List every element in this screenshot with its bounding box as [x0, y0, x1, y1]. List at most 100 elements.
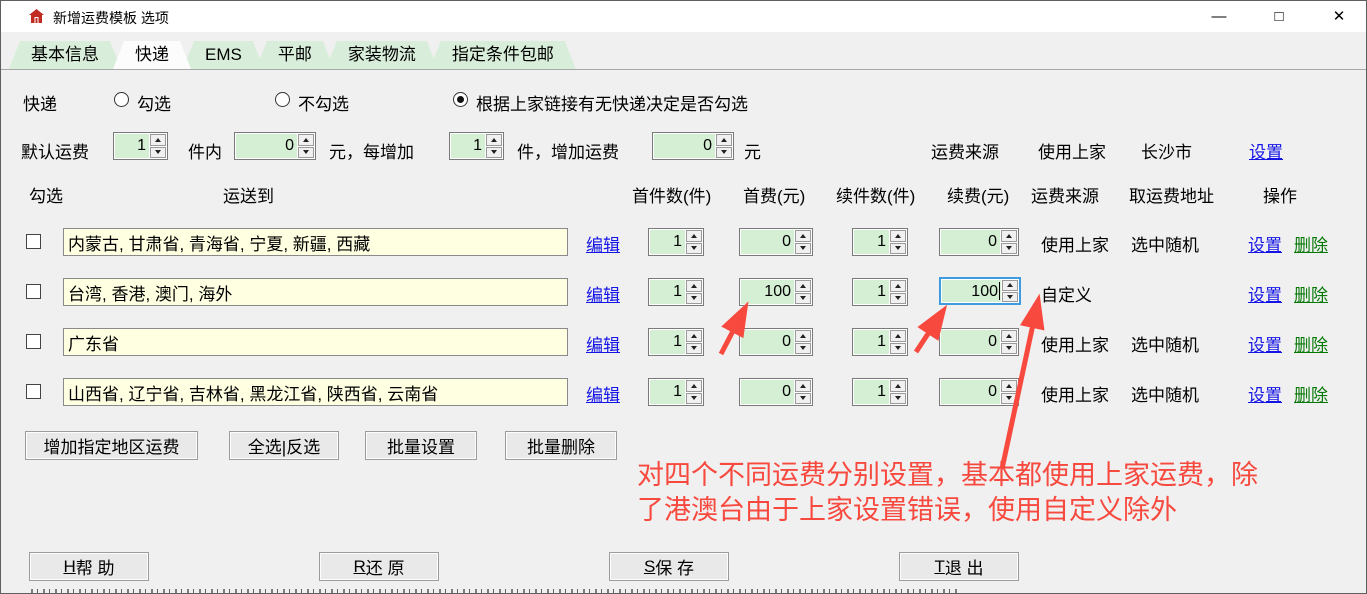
radio-uncheck[interactable] — [275, 92, 290, 107]
next-count-spinner[interactable]: 1 — [852, 378, 908, 406]
spin-up-icon[interactable] — [686, 330, 702, 342]
row-checkbox[interactable] — [26, 284, 41, 299]
spin-down-icon[interactable] — [795, 243, 811, 255]
radio-uncheck-label[interactable]: 不勾选 — [298, 90, 349, 115]
maximize-button[interactable]: □ — [1257, 1, 1301, 32]
spin-up-icon[interactable] — [795, 280, 811, 292]
spin-up-icon[interactable] — [795, 380, 811, 392]
tab-express[interactable]: 快递 — [113, 41, 191, 69]
tab-conditional-free[interactable]: 指定条件包邮 — [430, 41, 576, 69]
row-delete-link[interactable]: 删除 — [1294, 231, 1328, 256]
batch-delete-button[interactable]: 批量删除 — [505, 431, 617, 460]
spin-down-icon[interactable] — [795, 293, 811, 305]
spin-down-icon[interactable] — [298, 147, 314, 159]
exit-button[interactable]: T退 出 — [899, 552, 1019, 581]
row-checkbox[interactable] — [26, 234, 41, 249]
edit-link[interactable]: 编辑 — [586, 331, 620, 356]
spin-up-icon[interactable] — [1001, 230, 1017, 242]
region-input[interactable] — [63, 228, 568, 256]
edit-link[interactable]: 编辑 — [586, 381, 620, 406]
next-fee-spinner[interactable]: 0 — [939, 228, 1019, 256]
default-add-count-spinner[interactable]: 1 — [449, 132, 504, 160]
help-button[interactable]: H帮 助 — [29, 552, 149, 581]
first-count-spinner[interactable]: 1 — [648, 378, 704, 406]
edit-link[interactable]: 编辑 — [586, 281, 620, 306]
spin-down-icon[interactable] — [1001, 343, 1017, 355]
first-count-spinner[interactable]: 1 — [648, 328, 704, 356]
radio-check-label[interactable]: 勾选 — [137, 90, 171, 115]
spin-up-icon[interactable] — [298, 134, 314, 146]
first-fee-spinner[interactable]: 100 — [739, 278, 813, 306]
spin-down-icon[interactable] — [890, 343, 906, 355]
region-input[interactable] — [63, 278, 568, 306]
first-fee-spinner[interactable]: 0 — [739, 328, 813, 356]
row-settings-link[interactable]: 设置 — [1248, 281, 1282, 306]
spin-down-icon[interactable] — [1001, 393, 1017, 405]
spin-down-icon[interactable] — [795, 343, 811, 355]
spin-down-icon[interactable] — [686, 293, 702, 305]
row-delete-link[interactable]: 删除 — [1294, 381, 1328, 406]
spin-down-icon[interactable] — [890, 243, 906, 255]
spin-down-icon[interactable] — [686, 243, 702, 255]
batch-set-button[interactable]: 批量设置 — [365, 431, 477, 460]
default-settings-link[interactable]: 设置 — [1249, 138, 1283, 163]
spin-down-icon[interactable] — [716, 147, 732, 159]
spin-up-icon[interactable] — [686, 230, 702, 242]
row-settings-link[interactable]: 设置 — [1248, 331, 1282, 356]
spin-up-icon[interactable] — [890, 280, 906, 292]
radio-by-upstream-label[interactable]: 根据上家链接有无快递决定是否勾选 — [476, 90, 748, 115]
spin-down-icon[interactable] — [890, 293, 906, 305]
row-checkbox[interactable] — [26, 334, 41, 349]
first-count-spinner[interactable]: 1 — [648, 278, 704, 306]
spin-down-icon[interactable] — [1002, 292, 1018, 303]
region-input[interactable] — [63, 328, 568, 356]
default-add-fee-spinner[interactable]: 0 — [652, 132, 734, 160]
spin-up-icon[interactable] — [1001, 330, 1017, 342]
first-count-spinner[interactable]: 1 — [648, 228, 704, 256]
spin-up-icon[interactable] — [686, 280, 702, 292]
radio-check[interactable] — [114, 92, 129, 107]
next-fee-spinner[interactable]: 0 — [939, 328, 1019, 356]
next-count-spinner[interactable]: 1 — [852, 328, 908, 356]
spin-up-icon[interactable] — [686, 380, 702, 392]
tab-home-logistics[interactable]: 家装物流 — [326, 41, 438, 69]
spin-down-icon[interactable] — [486, 147, 502, 159]
spin-up-icon[interactable] — [1002, 280, 1018, 291]
spin-up-icon[interactable] — [890, 230, 906, 242]
row-delete-link[interactable]: 删除 — [1294, 281, 1328, 306]
save-button[interactable]: S保 存 — [609, 552, 729, 581]
spin-up-icon[interactable] — [890, 330, 906, 342]
spin-up-icon[interactable] — [486, 134, 502, 146]
minimize-button[interactable]: — — [1197, 1, 1241, 32]
next-count-spinner[interactable]: 1 — [852, 228, 908, 256]
first-fee-spinner[interactable]: 0 — [739, 378, 813, 406]
close-button[interactable]: ✕ — [1317, 1, 1361, 32]
spin-down-icon[interactable] — [890, 393, 906, 405]
add-region-fee-button[interactable]: 增加指定地区运费 — [25, 431, 198, 460]
default-first-count-spinner[interactable]: 1 — [113, 132, 168, 160]
select-invert-button[interactable]: 全选|反选 — [229, 431, 339, 460]
spin-down-icon[interactable] — [150, 147, 166, 159]
region-input[interactable] — [63, 378, 568, 406]
restore-button[interactable]: R还 原 — [319, 552, 439, 581]
spin-up-icon[interactable] — [716, 134, 732, 146]
spin-up-icon[interactable] — [1001, 380, 1017, 392]
row-delete-link[interactable]: 删除 — [1294, 331, 1328, 356]
first-fee-spinner[interactable]: 0 — [739, 228, 813, 256]
spin-up-icon[interactable] — [795, 230, 811, 242]
next-fee-spinner[interactable]: 0 — [939, 378, 1019, 406]
row-settings-link[interactable]: 设置 — [1248, 381, 1282, 406]
default-first-fee-spinner[interactable]: 0 — [234, 132, 316, 160]
row-checkbox[interactable] — [26, 384, 41, 399]
spin-down-icon[interactable] — [686, 343, 702, 355]
tab-ems[interactable]: EMS — [183, 41, 264, 69]
next-count-spinner[interactable]: 1 — [852, 278, 908, 306]
tab-basic-info[interactable]: 基本信息 — [9, 41, 121, 69]
spin-up-icon[interactable] — [795, 330, 811, 342]
edit-link[interactable]: 编辑 — [586, 231, 620, 256]
spin-up-icon[interactable] — [890, 380, 906, 392]
spin-down-icon[interactable] — [686, 393, 702, 405]
radio-by-upstream[interactable] — [453, 92, 468, 107]
tab-surface-mail[interactable]: 平邮 — [256, 41, 334, 69]
spin-up-icon[interactable] — [150, 134, 166, 146]
